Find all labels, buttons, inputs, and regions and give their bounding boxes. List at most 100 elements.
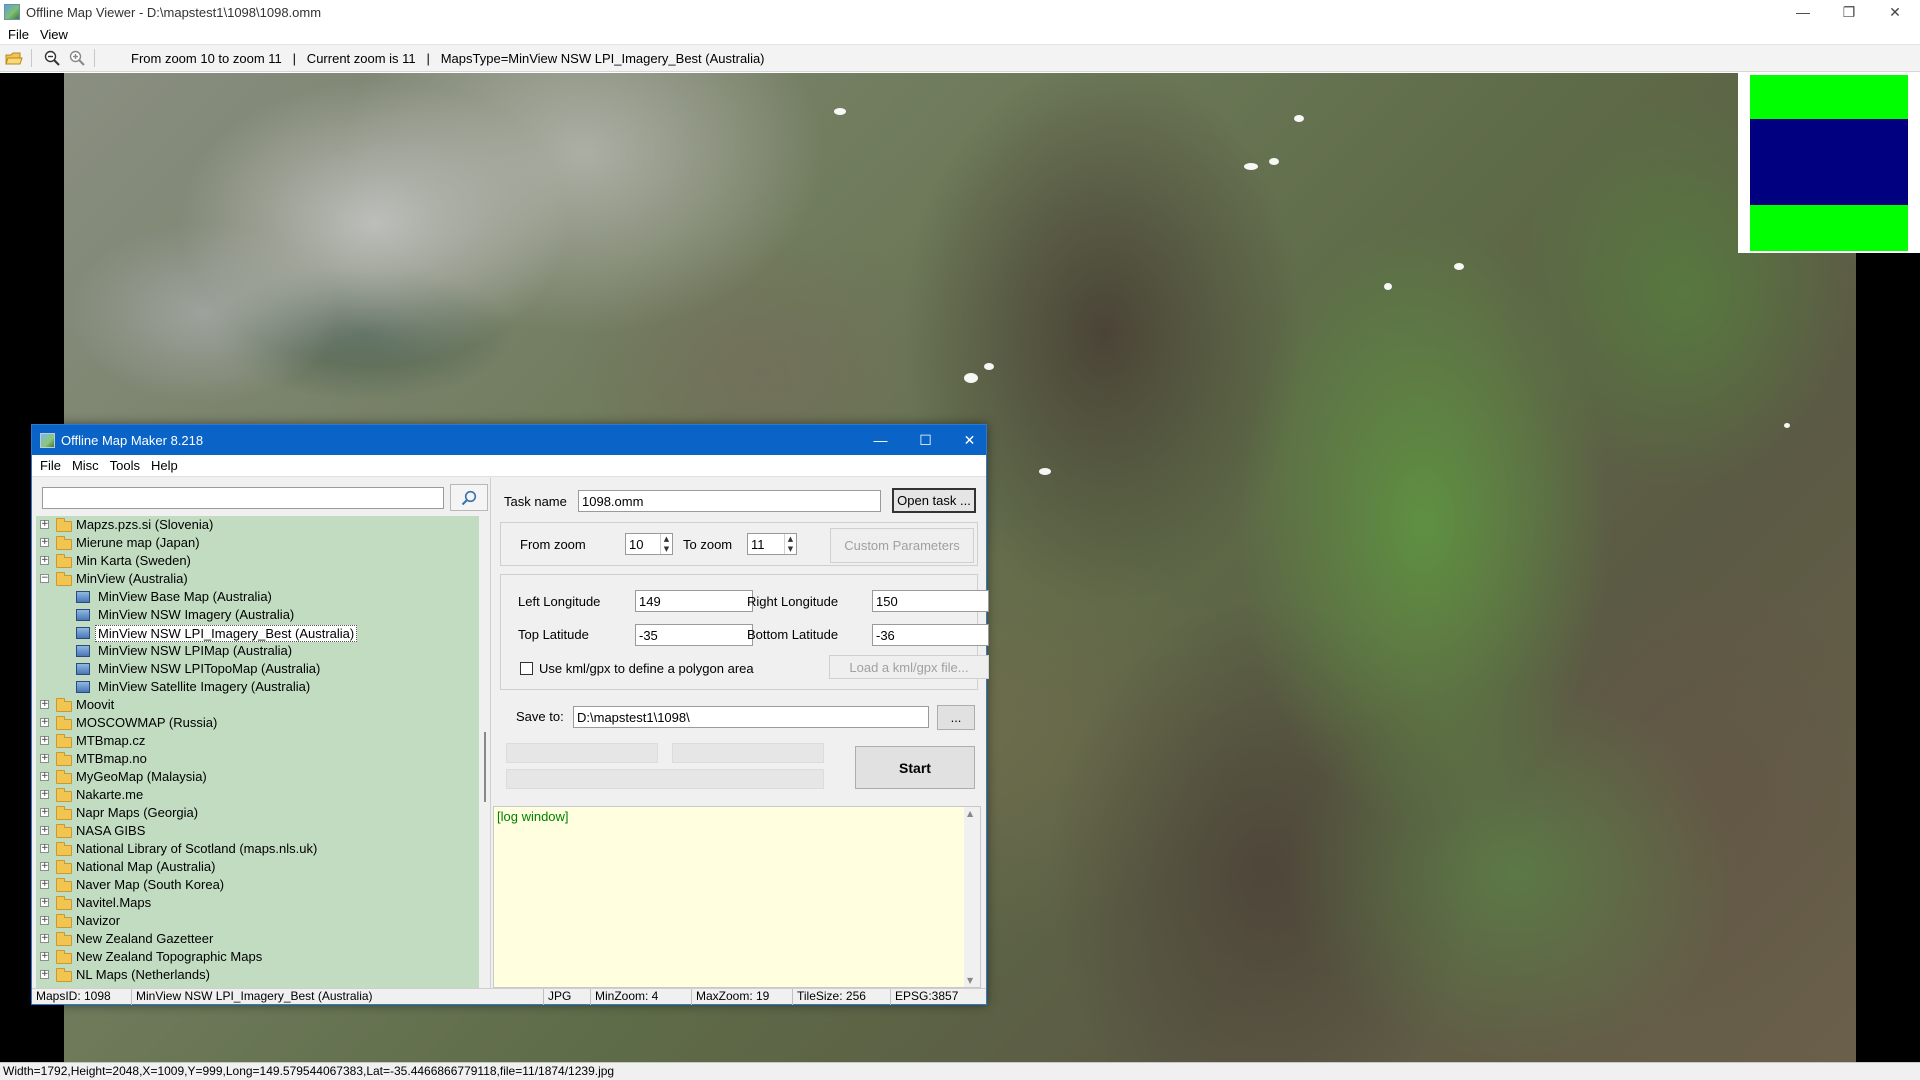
dialog-close-button[interactable]: ✕	[947, 425, 992, 455]
overview-frame-bottom	[1750, 205, 1908, 251]
toolbar-separator	[94, 49, 95, 67]
tree-item-label: NL Maps (Netherlands)	[76, 967, 210, 982]
custom-parameters-button[interactable]: Custom Parameters	[830, 528, 974, 563]
tree-folder-item[interactable]: + Navitel.Maps	[36, 894, 479, 912]
tree-folder-item[interactable]: + NASA GIBS	[36, 822, 479, 840]
from-zoom-spin-buttons[interactable]: ▲ ▼	[660, 534, 672, 554]
top-latitude-input[interactable]: -35	[635, 624, 753, 646]
menu-view[interactable]: View	[38, 27, 77, 42]
scroll-down-icon[interactable]: ▼	[967, 976, 973, 985]
tree-folder-item[interactable]: + Mapzs.pzs.si (Slovenia)	[36, 516, 479, 534]
open-task-button[interactable]: Open task ...	[892, 488, 976, 513]
dialog-menu-help[interactable]: Help	[149, 458, 187, 473]
expand-icon[interactable]: +	[40, 826, 49, 835]
tree-folder-item[interactable]: + National Map (Australia)	[36, 858, 479, 876]
expand-icon[interactable]: +	[40, 808, 49, 817]
minimize-button[interactable]: —	[1780, 0, 1826, 24]
expand-icon[interactable]: +	[40, 754, 49, 763]
dialog-menu-file[interactable]: File	[38, 458, 70, 473]
tree-map-item[interactable]: MinView NSW LPI_Imagery_Best (Australia)	[36, 624, 479, 642]
expand-icon[interactable]: +	[40, 520, 49, 529]
tree-map-item[interactable]: MinView NSW LPIMap (Australia)	[36, 642, 479, 660]
log-scrollbar[interactable]: ▲ ▼	[964, 807, 980, 987]
tree-folder-item[interactable]: + New Zealand Topographic Maps	[36, 948, 479, 966]
expand-icon[interactable]: +	[40, 772, 49, 781]
restore-button[interactable]: ❐	[1826, 0, 1872, 24]
to-zoom-stepper[interactable]: 11 ▲ ▼	[747, 533, 797, 555]
task-name-input[interactable]: 1098.omm	[578, 490, 881, 512]
bottom-latitude-input[interactable]: -36	[872, 624, 989, 646]
tree-scrollbar[interactable]	[481, 516, 489, 988]
folder-icon	[56, 716, 72, 730]
tree-map-item[interactable]: MinView Base Map (Australia)	[36, 588, 479, 606]
folder-icon	[56, 518, 72, 532]
expand-icon[interactable]: +	[40, 934, 49, 943]
start-button[interactable]: Start	[855, 746, 975, 789]
overview-map[interactable]	[1738, 73, 1920, 253]
zoom-in-button[interactable]	[66, 47, 88, 69]
map-search-button[interactable]	[450, 484, 488, 511]
save-to-input[interactable]: D:\mapstest1\1098\	[573, 706, 929, 728]
menu-file[interactable]: File	[6, 27, 38, 42]
tree-scrollbar-thumb[interactable]	[484, 732, 486, 802]
dialog-menu-tools[interactable]: Tools	[108, 458, 149, 473]
dialog-maximize-button[interactable]: ☐	[903, 425, 948, 455]
expand-icon[interactable]: +	[40, 880, 49, 889]
tree-map-item[interactable]: MinView NSW LPITopoMap (Australia)	[36, 660, 479, 678]
expand-icon[interactable]: +	[40, 538, 49, 547]
load-kml-button[interactable]: Load a kml/gpx file...	[829, 655, 989, 679]
tree-folder-item[interactable]: + Naver Map (South Korea)	[36, 876, 479, 894]
overview-frame-top	[1750, 75, 1908, 119]
expand-icon[interactable]: +	[40, 898, 49, 907]
tree-folder-item[interactable]: + MTBmap.no	[36, 750, 479, 768]
expand-icon[interactable]: +	[40, 952, 49, 961]
tree-folder-item[interactable]: + Navizor	[36, 912, 479, 930]
tree-folder-item[interactable]: + Nakarte.me	[36, 786, 479, 804]
top-latitude-label: Top Latitude	[518, 627, 589, 642]
folder-open-icon	[56, 572, 72, 586]
log-window[interactable]: [log window] ▲ ▼	[493, 806, 981, 988]
expand-icon[interactable]: +	[40, 916, 49, 925]
folder-icon	[56, 788, 72, 802]
zoom-out-button[interactable]	[41, 47, 63, 69]
to-zoom-spin-buttons[interactable]: ▲ ▼	[784, 534, 796, 554]
map-layer-icon	[76, 609, 90, 621]
expand-icon[interactable]: +	[40, 862, 49, 871]
tree-folder-item[interactable]: + MOSCOWMAP (Russia)	[36, 714, 479, 732]
tree-folder-item[interactable]: + National Library of Scotland (maps.nls.…	[36, 840, 479, 858]
dialog-menu-misc[interactable]: Misc	[70, 458, 108, 473]
tree-map-item[interactable]: MinView Satellite Imagery (Australia)	[36, 678, 479, 696]
use-kml-checkbox[interactable]	[520, 662, 533, 675]
expand-icon[interactable]: +	[40, 556, 49, 565]
tree-folder-item[interactable]: + Min Karta (Sweden)	[36, 552, 479, 570]
map-source-tree[interactable]: + Mapzs.pzs.si (Slovenia) + Mierune map (Ja…	[36, 516, 479, 988]
tree-folder-item[interactable]: + Moovit	[36, 696, 479, 714]
tree-map-item[interactable]: MinView NSW Imagery (Australia)	[36, 606, 479, 624]
expand-icon[interactable]: +	[40, 700, 49, 709]
expand-icon[interactable]: +	[40, 970, 49, 979]
scroll-up-icon[interactable]: ▲	[967, 809, 973, 818]
tree-item-label: MTBmap.no	[76, 751, 147, 766]
tree-folder-item[interactable]: − MinView (Australia)	[36, 570, 479, 588]
tree-folder-item[interactable]: + Mierune map (Japan)	[36, 534, 479, 552]
expand-icon[interactable]: +	[40, 790, 49, 799]
tree-folder-item[interactable]: + Napr Maps (Georgia)	[36, 804, 479, 822]
expand-icon[interactable]: +	[40, 844, 49, 853]
open-folder-button[interactable]	[3, 47, 25, 69]
left-longitude-input[interactable]: 149	[635, 590, 753, 612]
dialog-minimize-button[interactable]: —	[858, 425, 903, 455]
expand-icon[interactable]: +	[40, 718, 49, 727]
expand-icon[interactable]: +	[40, 736, 49, 745]
zoom-out-icon	[44, 50, 60, 66]
tree-folder-item[interactable]: + MTBmap.cz	[36, 732, 479, 750]
collapse-icon[interactable]: −	[40, 574, 49, 583]
folder-icon	[56, 806, 72, 820]
close-button[interactable]: ✕	[1872, 0, 1918, 24]
tree-folder-item[interactable]: + New Zealand Gazetteer	[36, 930, 479, 948]
right-longitude-input[interactable]: 150	[872, 590, 989, 612]
from-zoom-stepper[interactable]: 10 ▲ ▼	[625, 533, 673, 555]
tree-folder-item[interactable]: + MyGeoMap (Malaysia)	[36, 768, 479, 786]
tree-folder-item[interactable]: + NL Maps (Netherlands)	[36, 966, 479, 984]
map-search-input[interactable]	[42, 487, 444, 509]
browse-folder-button[interactable]: ...	[937, 705, 975, 730]
